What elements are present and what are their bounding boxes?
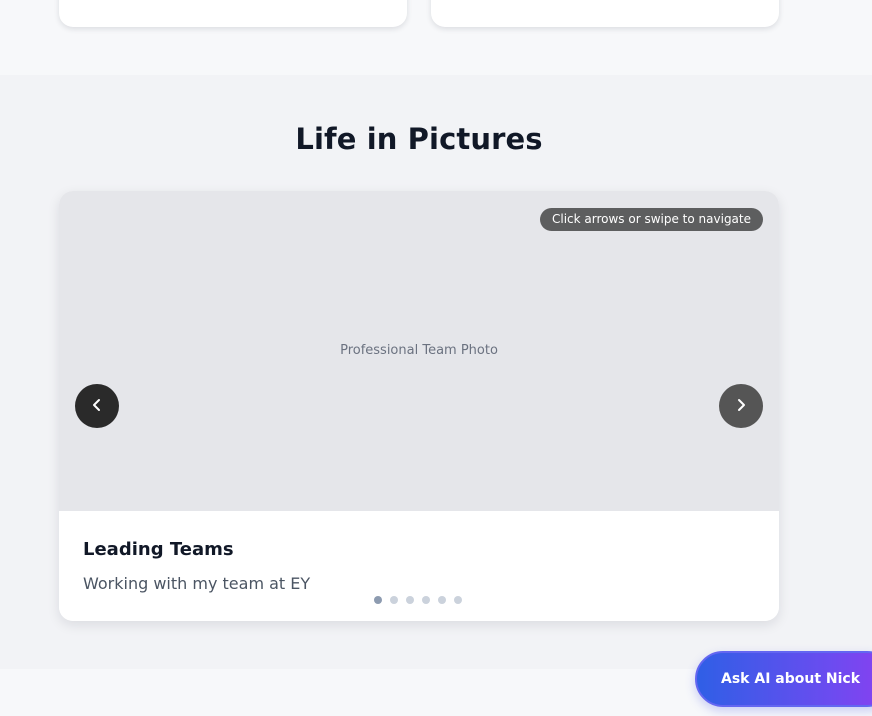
- photo-placeholder-text: Professional Team Photo: [340, 343, 498, 358]
- ask-ai-button[interactable]: Ask AI about Nick: [695, 651, 872, 707]
- slide-dot[interactable]: [438, 596, 446, 604]
- chevron-right-icon: [734, 397, 748, 416]
- slide-title: Leading Teams: [83, 539, 234, 560]
- photo-carousel: Professional Team Photo Click arrows or …: [59, 191, 779, 621]
- previous-slide-button[interactable]: [75, 384, 119, 428]
- chevron-left-icon: [90, 397, 104, 416]
- life-in-pictures-section: Life in Pictures Professional Team Photo…: [0, 75, 872, 669]
- content-card: [59, 0, 407, 27]
- slide-photo: Professional Team Photo Click arrows or …: [59, 191, 779, 511]
- slide-dot[interactable]: [374, 596, 382, 604]
- slide-indicators: [374, 596, 462, 604]
- previous-section: [0, 0, 872, 75]
- slide-dot[interactable]: [454, 596, 462, 604]
- slide-dot[interactable]: [390, 596, 398, 604]
- section-title: Life in Pictures: [295, 122, 543, 156]
- slide-dot[interactable]: [406, 596, 414, 604]
- navigation-hint: Click arrows or swipe to navigate: [540, 208, 763, 231]
- slide-dot[interactable]: [422, 596, 430, 604]
- content-card: [431, 0, 779, 27]
- next-slide-button[interactable]: [719, 384, 763, 428]
- slide-caption: Leading Teams Working with my team at EY: [59, 511, 779, 621]
- ask-ai-label: Ask AI about Nick: [721, 671, 861, 687]
- slide-description: Working with my team at EY: [83, 574, 311, 593]
